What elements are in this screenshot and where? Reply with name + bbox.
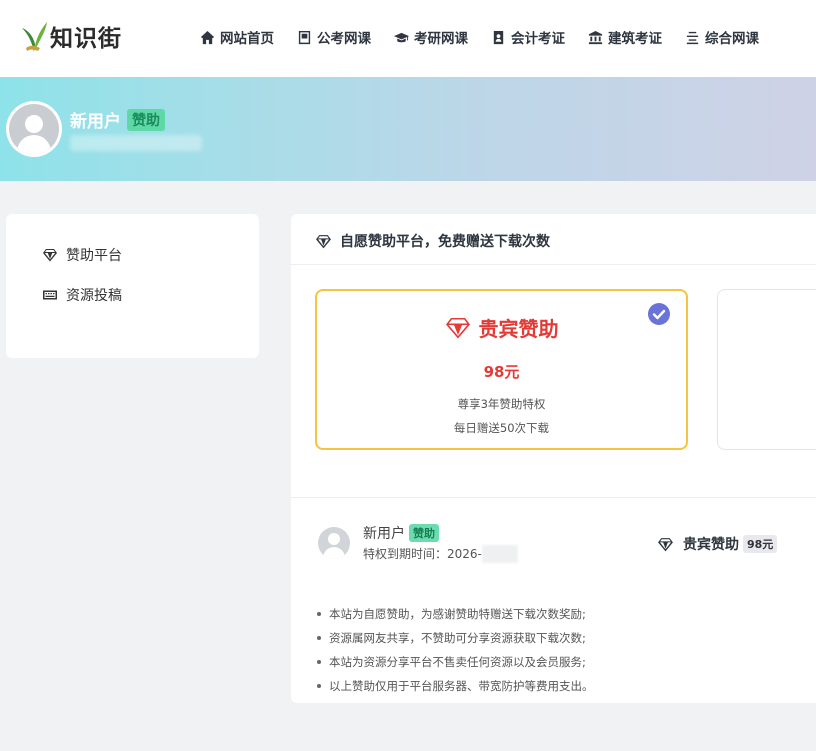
divider: [291, 497, 816, 498]
plan-card-other[interactable]: [717, 289, 816, 450]
sidebar-item-submit[interactable]: 资源投稿: [42, 285, 122, 305]
username-text: 新用户: [70, 112, 121, 132]
plan-desc-term: 尊享3年赞助特权: [457, 397, 546, 411]
plan-name-text: 贵宾赞助: [478, 317, 559, 341]
nav-item-label: 建筑考证: [608, 31, 662, 47]
flag-icon: [298, 30, 311, 44]
id-badge-icon: [493, 30, 504, 44]
list-item: 本站为资源分享平台不售卖任何资源以及会员服务;: [315, 650, 594, 674]
nav-item-architecture[interactable]: 建筑考证: [588, 27, 662, 47]
plan-desc-downloads: 每日赠送50次下载: [453, 421, 550, 435]
diamond-icon: [316, 234, 331, 248]
blurred-date: [481, 545, 518, 563]
notes-list: 本站为自愿赞助，为感谢赞助特赠送下载次数奖励; 资源属网友共享，不赞助可分享资源…: [315, 602, 594, 698]
site-name: 知识街: [50, 25, 122, 52]
panel-title-text: 自愿赞助平台，免费赠送下载次数: [340, 234, 550, 250]
list-item: 资源属网友共享，不赞助可分享资源获取下载次数;: [315, 626, 594, 650]
list-item: 本站为自愿赞助，为感谢赞助特赠送下载次数奖励;: [315, 602, 594, 626]
nav-item-label: 公考网课: [317, 31, 371, 47]
nav-item-label: 会计考证: [511, 31, 565, 47]
plan-name: 贵宾赞助: [317, 313, 686, 342]
nav-item-postgrad[interactable]: 考研网课: [394, 27, 468, 47]
sponsor-badge: 赞助: [409, 524, 439, 542]
header: 知识街 网站首页 公考网课 考研网课 会计考证 建筑考证 综合网课: [0, 0, 816, 77]
plan-price: 98元: [483, 363, 520, 381]
leaf-logo-icon: [20, 18, 48, 54]
check-icon: [648, 303, 670, 325]
bank-icon: [588, 30, 603, 44]
user-icon: [9, 104, 59, 154]
list-item: 以上赞助仅用于平台服务器、带宽防护等费用支出。: [315, 674, 594, 698]
graduation-cap-icon: [394, 32, 409, 42]
sidebar-item-sponsor[interactable]: 赞助平台: [42, 245, 122, 265]
username-text: 新用户: [363, 526, 405, 542]
order-username: 新用户 赞助: [363, 523, 439, 543]
nav-item-civil-exam[interactable]: 公考网课: [297, 27, 371, 47]
blurred-info: [70, 135, 202, 151]
nav-item-general[interactable]: 综合网课: [685, 27, 759, 47]
sidebar-item-label: 赞助平台: [66, 248, 122, 264]
banner-username: 新用户 赞助: [70, 107, 165, 132]
nav-item-home[interactable]: 网站首页: [200, 27, 274, 47]
list-icon: [686, 31, 699, 44]
sidebar-item-label: 资源投稿: [66, 288, 122, 304]
nav-item-label: 网站首页: [220, 31, 274, 47]
sponsor-panel: 自愿赞助平台，免费赠送下载次数 贵宾赞助 98元 尊享3年赞助特权 每日赠送50…: [291, 214, 816, 703]
expire-date: 特权到期时间：2026-: [363, 545, 518, 563]
sidebar: 赞助平台 资源投稿: [6, 214, 259, 358]
diamond-icon: [658, 537, 673, 551]
nav-item-accounting[interactable]: 会计考证: [491, 27, 565, 47]
panel-title: 自愿赞助平台，免费赠送下载次数: [315, 231, 550, 251]
keyboard-icon: [43, 290, 57, 300]
home-icon: [200, 30, 215, 44]
summary-plan-name: 贵宾赞助: [683, 537, 739, 553]
plan-card-vip[interactable]: 贵宾赞助 98元 尊享3年赞助特权 每日赠送50次下载: [315, 289, 688, 450]
divider: [291, 264, 816, 265]
nav-item-label: 考研网课: [414, 31, 468, 47]
sponsor-badge: 赞助: [127, 109, 165, 131]
site-logo[interactable]: 知识街: [20, 18, 122, 54]
avatar[interactable]: [6, 101, 62, 157]
top-nav: 网站首页 公考网课 考研网课 会计考证 建筑考证 综合网课: [200, 27, 782, 47]
diamond-icon: [445, 318, 470, 339]
avatar: [318, 527, 350, 559]
order-summary: 贵宾赞助 98元: [657, 534, 778, 554]
diamond-icon: [43, 249, 57, 262]
expire-text: 特权到期时间：2026-: [363, 547, 482, 561]
profile-banner: 新用户 赞助: [0, 77, 816, 181]
summary-price: 98元: [743, 535, 778, 553]
nav-item-label: 综合网课: [705, 31, 759, 47]
